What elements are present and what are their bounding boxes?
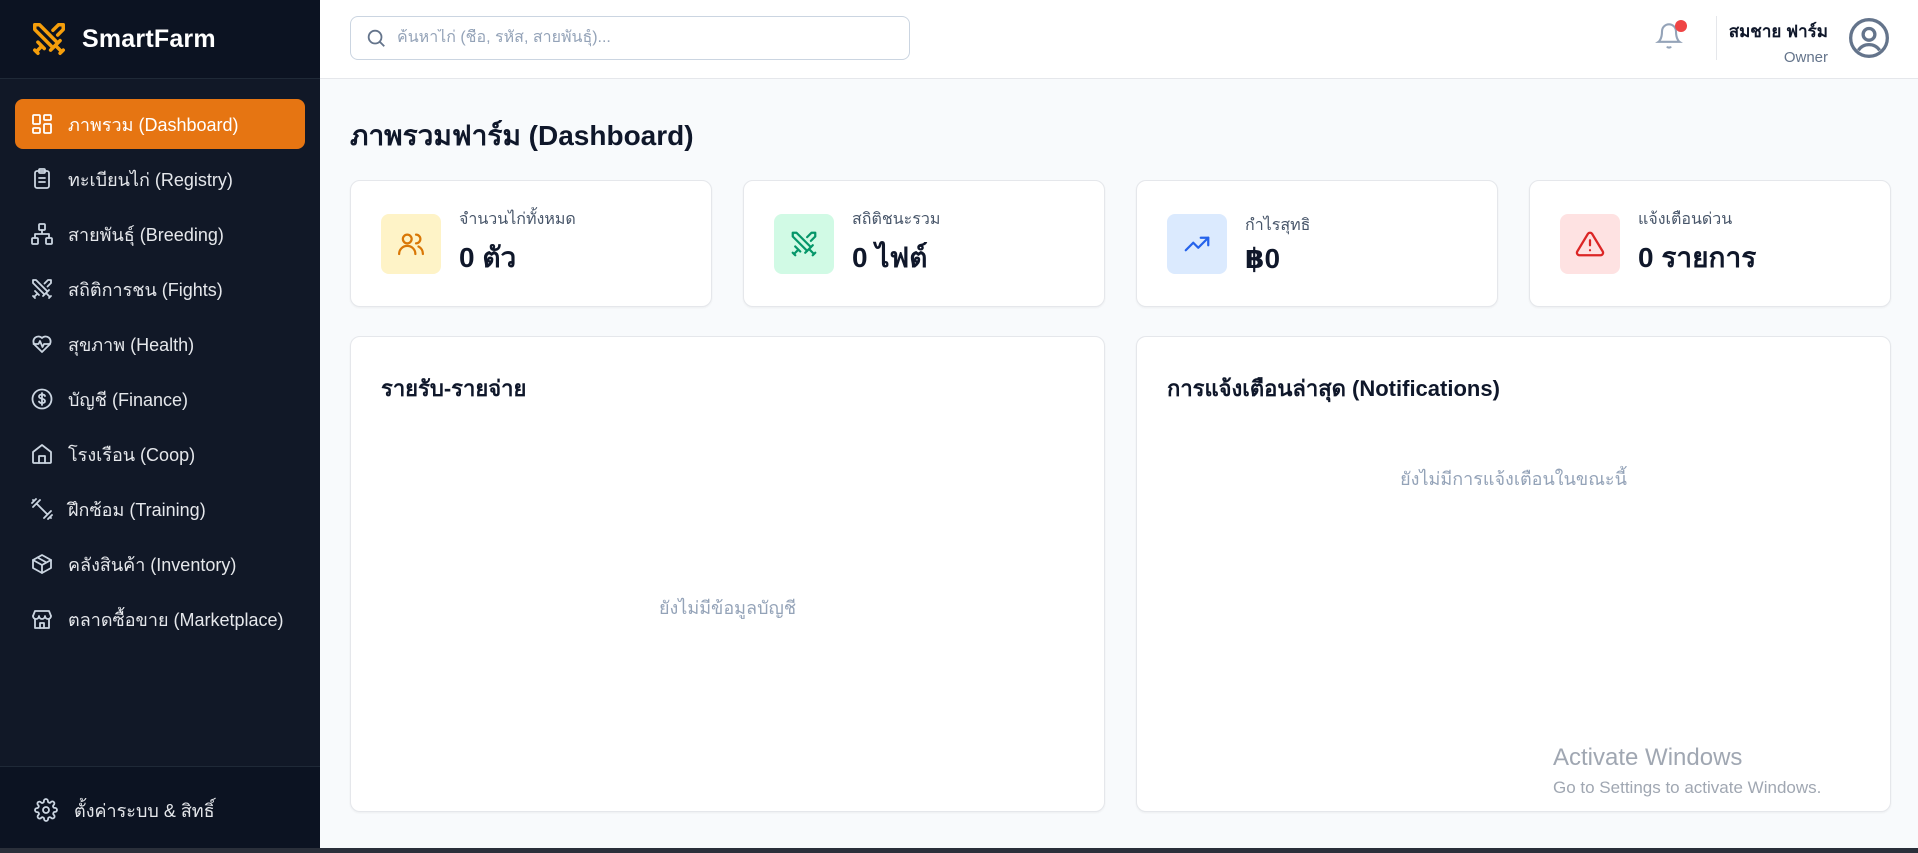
sidebar-nav: ภาพรวม (Dashboard) ทะเบียนไก่ (Registry)… [0,79,320,644]
sidebar-item-fights[interactable]: สถิติการชน (Fights) [15,264,305,314]
crossed-swords-icon [30,277,54,301]
sidebar-item-label: โรงเรือน (Coop) [68,444,196,465]
panel-title: การแจ้งเตือนล่าสุด (Notifications) [1167,376,1500,401]
sidebar-item-inventory[interactable]: คลังสินค้า (Inventory) [15,539,305,589]
store-icon [30,607,54,631]
stat-card-total-wins: สถิติชนะรวม 0 ไฟต์ [743,180,1105,307]
user-role: Owner [1783,49,1828,66]
crossed-swords-icon [774,213,834,274]
stat-label: แจ้งเตือนด่วน [1638,211,1733,228]
sidebar-item-training[interactable]: ฝึกซ้อม (Training) [15,484,305,534]
empty-state-text: ยังไม่มีการแจ้งเตือนในขณะนี้ [1400,469,1627,489]
sidebar-item-marketplace[interactable]: ตลาดซื้อขาย (Marketplace) [15,594,305,644]
stat-card-total-chickens: จำนวนไก่ทั้งหมด 0 ตัว [350,180,712,307]
sidebar-item-label: ฝึกซ้อม (Training) [68,499,206,520]
sidebar-item-finance[interactable]: บัญชี (Finance) [15,374,305,424]
notifications-panel: การแจ้งเตือนล่าสุด (Notifications) ยังไม… [1136,336,1891,812]
activate-windows-watermark: Activate Windows Go to Settings to activ… [1553,744,1821,798]
notifications-button[interactable] [1655,20,1687,52]
dumbbell-icon [30,497,54,521]
settings-label: ตั้งค่าระบบ & สิทธิ์ [74,800,215,821]
sidebar-item-label: ตลาดซื้อขาย (Marketplace) [68,609,284,630]
empty-state-text: ยังไม่มีข้อมูลบัญชี [658,598,797,618]
trending-up-icon [1167,213,1227,274]
watermark-title: Activate Windows [1553,744,1743,771]
network-icon [30,222,54,246]
avatar[interactable] [1847,16,1891,60]
stat-value: ฿0 [1245,242,1281,274]
user-info[interactable]: สมชาย ฟาร์ม Owner [1729,18,1828,66]
stat-label: กำไรสุทธิ [1245,216,1311,234]
sidebar-item-coop[interactable]: โรงเรือน (Coop) [15,429,305,479]
user-circle-icon [1849,18,1889,58]
sidebar-item-label: ทะเบียนไก่ (Registry) [68,169,233,190]
sidebar-item-registry[interactable]: ทะเบียนไก่ (Registry) [15,154,305,204]
stat-value: 0 ไฟต์ [852,242,928,273]
stat-value: 0 รายการ [1638,242,1757,273]
sidebar-item-label: สุขภาพ (Health) [68,334,195,355]
sidebar-item-health[interactable]: สุขภาพ (Health) [15,319,305,369]
brand[interactable]: SmartFarm [0,0,320,79]
heart-pulse-icon [30,332,54,356]
sidebar-item-label: คลังสินค้า (Inventory) [68,554,237,575]
top-header: สมชาย ฟาร์ม Owner [320,0,1918,79]
notification-dot [1675,20,1687,32]
alert-triangle-icon [1560,213,1620,274]
sidebar-item-label: บัญชี (Finance) [68,389,189,410]
panel-title: รายรับ-รายจ่าย [381,376,527,401]
sidebar-item-breeding[interactable]: สายพันธุ์ (Breeding) [15,209,305,259]
dollar-circle-icon [30,387,54,411]
sidebar-item-label: สถิติการชน (Fights) [68,279,223,300]
sidebar-item-dashboard[interactable]: ภาพรวม (Dashboard) [15,99,305,149]
clipboard-icon [30,167,54,191]
house-icon [30,442,54,466]
search-box[interactable] [350,16,910,60]
dashboard-icon [30,112,54,136]
app-name: SmartFarm [82,24,216,53]
header-divider [1716,16,1717,60]
sidebar-item-label: สายพันธุ์ (Breeding) [68,224,224,245]
user-name: สมชาย ฟาร์ม [1728,22,1828,41]
sidebar: SmartFarm ภาพรวม (Dashboard) ทะเบียนไก่ … [0,0,320,853]
stat-label: สถิติชนะรวม [852,211,941,228]
package-icon [30,552,54,576]
stat-label: จำนวนไก่ทั้งหมด [459,211,576,228]
search-input[interactable] [397,29,897,47]
users-icon [381,213,441,274]
crossed-swords-logo-icon [33,23,65,55]
settings-link[interactable]: ตั้งค่าระบบ & สิทธิ์ [0,766,320,853]
stat-value: 0 ตัว [459,242,517,273]
finance-panel: รายรับ-รายจ่าย ยังไม่มีข้อมูลบัญชี [350,336,1105,812]
gear-icon [34,798,58,822]
watermark-subtitle: Go to Settings to activate Windows. [1553,778,1822,797]
stat-card-urgent-alerts: แจ้งเตือนด่วน 0 รายการ [1529,180,1891,307]
taskbar-edge [0,848,1918,853]
search-icon [367,29,385,47]
stat-card-net-profit: กำไรสุทธิ ฿0 [1136,180,1498,307]
page-title: ภาพรวมฟาร์ม (Dashboard) [350,120,694,151]
sidebar-item-label: ภาพรวม (Dashboard) [68,114,239,135]
